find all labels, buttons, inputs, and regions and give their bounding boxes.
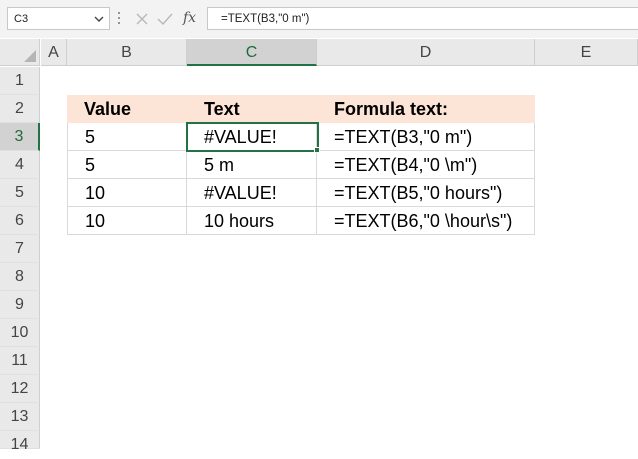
cell-d5[interactable]: =TEXT(B5,"0 hours"): [317, 179, 535, 207]
cell-b6[interactable]: 10: [67, 207, 187, 235]
formula-input[interactable]: =TEXT(B3,"0 m"): [207, 7, 638, 30]
row-header-7[interactable]: 7: [0, 235, 40, 263]
active-cell-border: [186, 122, 319, 152]
row-header-1[interactable]: 1: [0, 67, 40, 95]
name-box-value: C3: [14, 13, 29, 25]
cell-c2[interactable]: Text: [187, 95, 317, 123]
column-header-d[interactable]: D: [317, 39, 535, 66]
cell-b5[interactable]: 10: [67, 179, 187, 207]
name-box[interactable]: C3: [7, 7, 110, 30]
cell-c5[interactable]: #VALUE!: [187, 179, 317, 207]
column-header-a[interactable]: A: [41, 39, 67, 66]
more-options-icon[interactable]: [116, 10, 122, 26]
row-header-14[interactable]: 14: [0, 431, 40, 453]
chevron-down-icon[interactable]: [94, 14, 104, 26]
row-header-6[interactable]: 6: [0, 207, 40, 235]
row-header-13[interactable]: 13: [0, 403, 40, 431]
cell-b3[interactable]: 5: [67, 123, 187, 151]
cell-d3[interactable]: =TEXT(B3,"0 m"): [317, 123, 535, 151]
row-header-11[interactable]: 11: [0, 347, 40, 375]
insert-function-icon[interactable]: fx: [183, 10, 196, 26]
cell-d4[interactable]: =TEXT(B4,"0 \m"): [317, 151, 535, 179]
cell-d2[interactable]: Formula text:: [317, 95, 535, 123]
column-header-b[interactable]: B: [67, 39, 187, 66]
row-header-9[interactable]: 9: [0, 291, 40, 319]
cell-c4[interactable]: 5 m: [187, 151, 317, 179]
row-header-12[interactable]: 12: [0, 375, 40, 403]
select-all-button[interactable]: [0, 39, 40, 66]
fill-handle[interactable]: [314, 147, 320, 153]
cell-c6[interactable]: 10 hours: [187, 207, 317, 235]
row-header-8[interactable]: 8: [0, 263, 40, 291]
column-header-e[interactable]: E: [535, 39, 638, 66]
cell-b4[interactable]: 5: [67, 151, 187, 179]
formula-bar-buttons: fx: [129, 7, 205, 30]
cancel-icon[interactable]: [135, 9, 149, 30]
row-header-3[interactable]: 3: [0, 123, 40, 151]
enter-icon[interactable]: [157, 9, 173, 30]
cell-b2[interactable]: Value: [67, 95, 187, 123]
row-header-2[interactable]: 2: [0, 95, 40, 123]
row-header-5[interactable]: 5: [0, 179, 40, 207]
row-header-10[interactable]: 10: [0, 319, 40, 347]
column-header-c[interactable]: C: [187, 39, 317, 66]
cell-d6[interactable]: =TEXT(B6,"0 \hour\s"): [317, 207, 535, 235]
formula-text: =TEXT(B3,"0 m"): [221, 13, 310, 25]
row-header-4[interactable]: 4: [0, 151, 40, 179]
